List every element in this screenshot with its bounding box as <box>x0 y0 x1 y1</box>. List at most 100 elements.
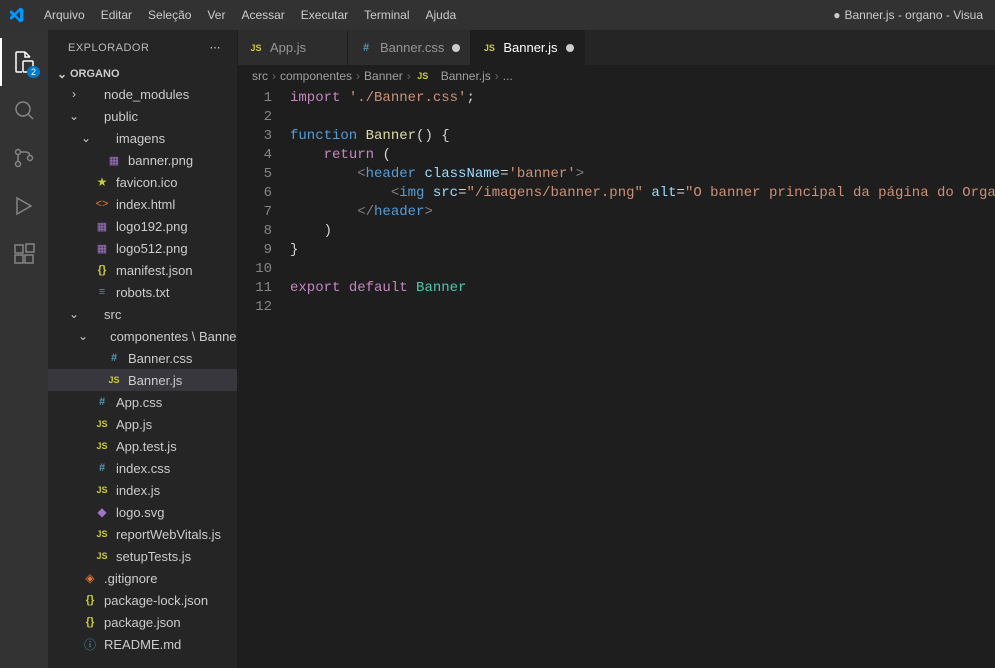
file-banner-js[interactable]: JSBanner.js <box>48 369 237 391</box>
css-icon: # <box>358 40 374 56</box>
tree-item-label: index.js <box>116 483 160 498</box>
code-line[interactable]: import './Banner.css'; <box>290 89 995 108</box>
file-logo192-png[interactable]: ▦logo192.png <box>48 215 237 237</box>
file-package-json[interactable]: {}package.json <box>48 611 237 633</box>
breadcrumb-item[interactable]: src <box>252 69 268 83</box>
file-setuptests-js[interactable]: JSsetupTests.js <box>48 545 237 567</box>
folder-icon <box>82 86 98 102</box>
tree-item-label: index.html <box>116 197 175 212</box>
js-icon: JS <box>94 416 110 432</box>
menu-acessar[interactable]: Acessar <box>233 0 292 30</box>
json-icon: {} <box>82 614 98 630</box>
dirty-indicator-icon[interactable] <box>566 44 574 52</box>
code-line[interactable] <box>290 108 995 127</box>
file-banner-css[interactable]: #Banner.css <box>48 347 237 369</box>
img-icon: ▦ <box>94 218 110 234</box>
file-robots-txt[interactable]: ≡robots.txt <box>48 281 237 303</box>
file-logo-svg[interactable]: ◆logo.svg <box>48 501 237 523</box>
menu-editar[interactable]: Editar <box>93 0 140 30</box>
activity-extensions[interactable] <box>0 230 48 278</box>
git-icon: ◈ <box>82 570 98 586</box>
tree-item-label: reportWebVitals.js <box>116 527 221 542</box>
file-app-test-js[interactable]: JSApp.test.js <box>48 435 237 457</box>
code-area[interactable]: import './Banner.css'; function Banner() … <box>290 87 995 668</box>
file-index-css[interactable]: #index.css <box>48 457 237 479</box>
menu-ver[interactable]: Ver <box>199 0 233 30</box>
code-line[interactable]: <img src="/imagens/banner.png" alt="O ba… <box>290 184 995 203</box>
sidebar-more-icon[interactable]: ⋯ <box>210 41 222 54</box>
window-title: ●Banner.js - organo - Visua <box>833 8 987 22</box>
code-line[interactable]: function Banner() { <box>290 127 995 146</box>
menu-ajuda[interactable]: Ajuda <box>418 0 465 30</box>
line-number: 2 <box>238 108 272 127</box>
file-banner-png[interactable]: ▦banner.png <box>48 149 237 171</box>
breadcrumbs[interactable]: src›componentes›Banner›JSBanner.js›... <box>238 65 995 87</box>
file-tree: ›node_modules⌄public⌄imagens▦banner.png★… <box>48 83 237 668</box>
activity-run-debug[interactable] <box>0 182 48 230</box>
chevron-icon: ⌄ <box>66 307 82 321</box>
file-app-css[interactable]: #App.css <box>48 391 237 413</box>
tree-item-label: imagens <box>116 131 165 146</box>
folder-icon <box>82 108 98 124</box>
line-number: 9 <box>238 241 272 260</box>
file-index-js[interactable]: JSindex.js <box>48 479 237 501</box>
breadcrumb-item[interactable]: ... <box>503 69 513 83</box>
breadcrumb-item[interactable]: Banner <box>364 69 403 83</box>
code-line[interactable] <box>290 260 995 279</box>
js-icon: JS <box>94 438 110 454</box>
menubar: ArquivoEditarSeleçãoVerAcessarExecutarTe… <box>0 0 995 30</box>
tab-banner-css[interactable]: # Banner.css <box>348 30 471 65</box>
activity-source-control[interactable] <box>0 134 48 182</box>
dirty-indicator-icon[interactable] <box>452 44 460 52</box>
tree-item-label: setupTests.js <box>116 549 191 564</box>
folder-imagens[interactable]: ⌄imagens <box>48 127 237 149</box>
tab-label: Banner.css <box>380 40 444 55</box>
menu-arquivo[interactable]: Arquivo <box>36 0 93 30</box>
menu-terminal[interactable]: Terminal <box>356 0 417 30</box>
editor-area: JSApp.js # Banner.css JSBanner.js src›compo… <box>238 30 995 668</box>
code-line[interactable]: <header className='banner'> <box>290 165 995 184</box>
folder-public[interactable]: ⌄public <box>48 105 237 127</box>
activity-search[interactable] <box>0 86 48 134</box>
tree-item-label: public <box>104 109 138 124</box>
breadcrumb-item[interactable]: Banner.js <box>441 69 491 83</box>
code-line[interactable]: ) <box>290 222 995 241</box>
img-icon: ▦ <box>94 240 110 256</box>
file-index-html[interactable]: <>index.html <box>48 193 237 215</box>
info-icon: ⓘ <box>82 636 98 652</box>
activity-explorer[interactable]: 2 <box>0 38 48 86</box>
file--gitignore[interactable]: ◈ .gitignore <box>48 567 237 589</box>
vscode-logo-icon <box>8 7 24 23</box>
file-package-lock-json[interactable]: {}package-lock.json <box>48 589 237 611</box>
file-favicon-ico[interactable]: ★favicon.ico <box>48 171 237 193</box>
tree-item-label: .gitignore <box>104 571 157 586</box>
file-logo512-png[interactable]: ▦logo512.png <box>48 237 237 259</box>
tree-item-label: manifest.json <box>116 263 193 278</box>
folder-node-modules[interactable]: ›node_modules <box>48 83 237 105</box>
menu-executar[interactable]: Executar <box>293 0 356 30</box>
json-icon: {} <box>82 592 98 608</box>
project-name: ORGANO <box>70 68 120 80</box>
code-line[interactable] <box>290 298 995 317</box>
menu-seleção[interactable]: Seleção <box>140 0 199 30</box>
breadcrumb-item[interactable]: componentes <box>280 69 352 83</box>
project-header[interactable]: ⌄ ORGANO <box>48 65 237 83</box>
tab-app-js[interactable]: JSApp.js <box>238 30 348 65</box>
line-number: 1 <box>238 89 272 108</box>
folder-componentes-banner[interactable]: ⌄componentes \ Banner <box>48 325 237 347</box>
editor-content[interactable]: 123456789101112 import './Banner.css';fu… <box>238 87 995 668</box>
tab-banner-js[interactable]: JSBanner.js <box>471 30 584 65</box>
file-readme-md[interactable]: ⓘREADME.md <box>48 633 237 655</box>
folder-src[interactable]: ⌄src <box>48 303 237 325</box>
file-app-js[interactable]: JSApp.js <box>48 413 237 435</box>
line-number: 8 <box>238 222 272 241</box>
code-line[interactable]: export default Banner <box>290 279 995 298</box>
code-line[interactable]: return ( <box>290 146 995 165</box>
tree-item-label: node_modules <box>104 87 189 102</box>
tree-item-label: App.css <box>116 395 162 410</box>
code-line[interactable]: </header> <box>290 203 995 222</box>
line-number: 7 <box>238 203 272 222</box>
file-reportwebvitals-js[interactable]: JSreportWebVitals.js <box>48 523 237 545</box>
code-line[interactable]: } <box>290 241 995 260</box>
file-manifest-json[interactable]: {}manifest.json <box>48 259 237 281</box>
